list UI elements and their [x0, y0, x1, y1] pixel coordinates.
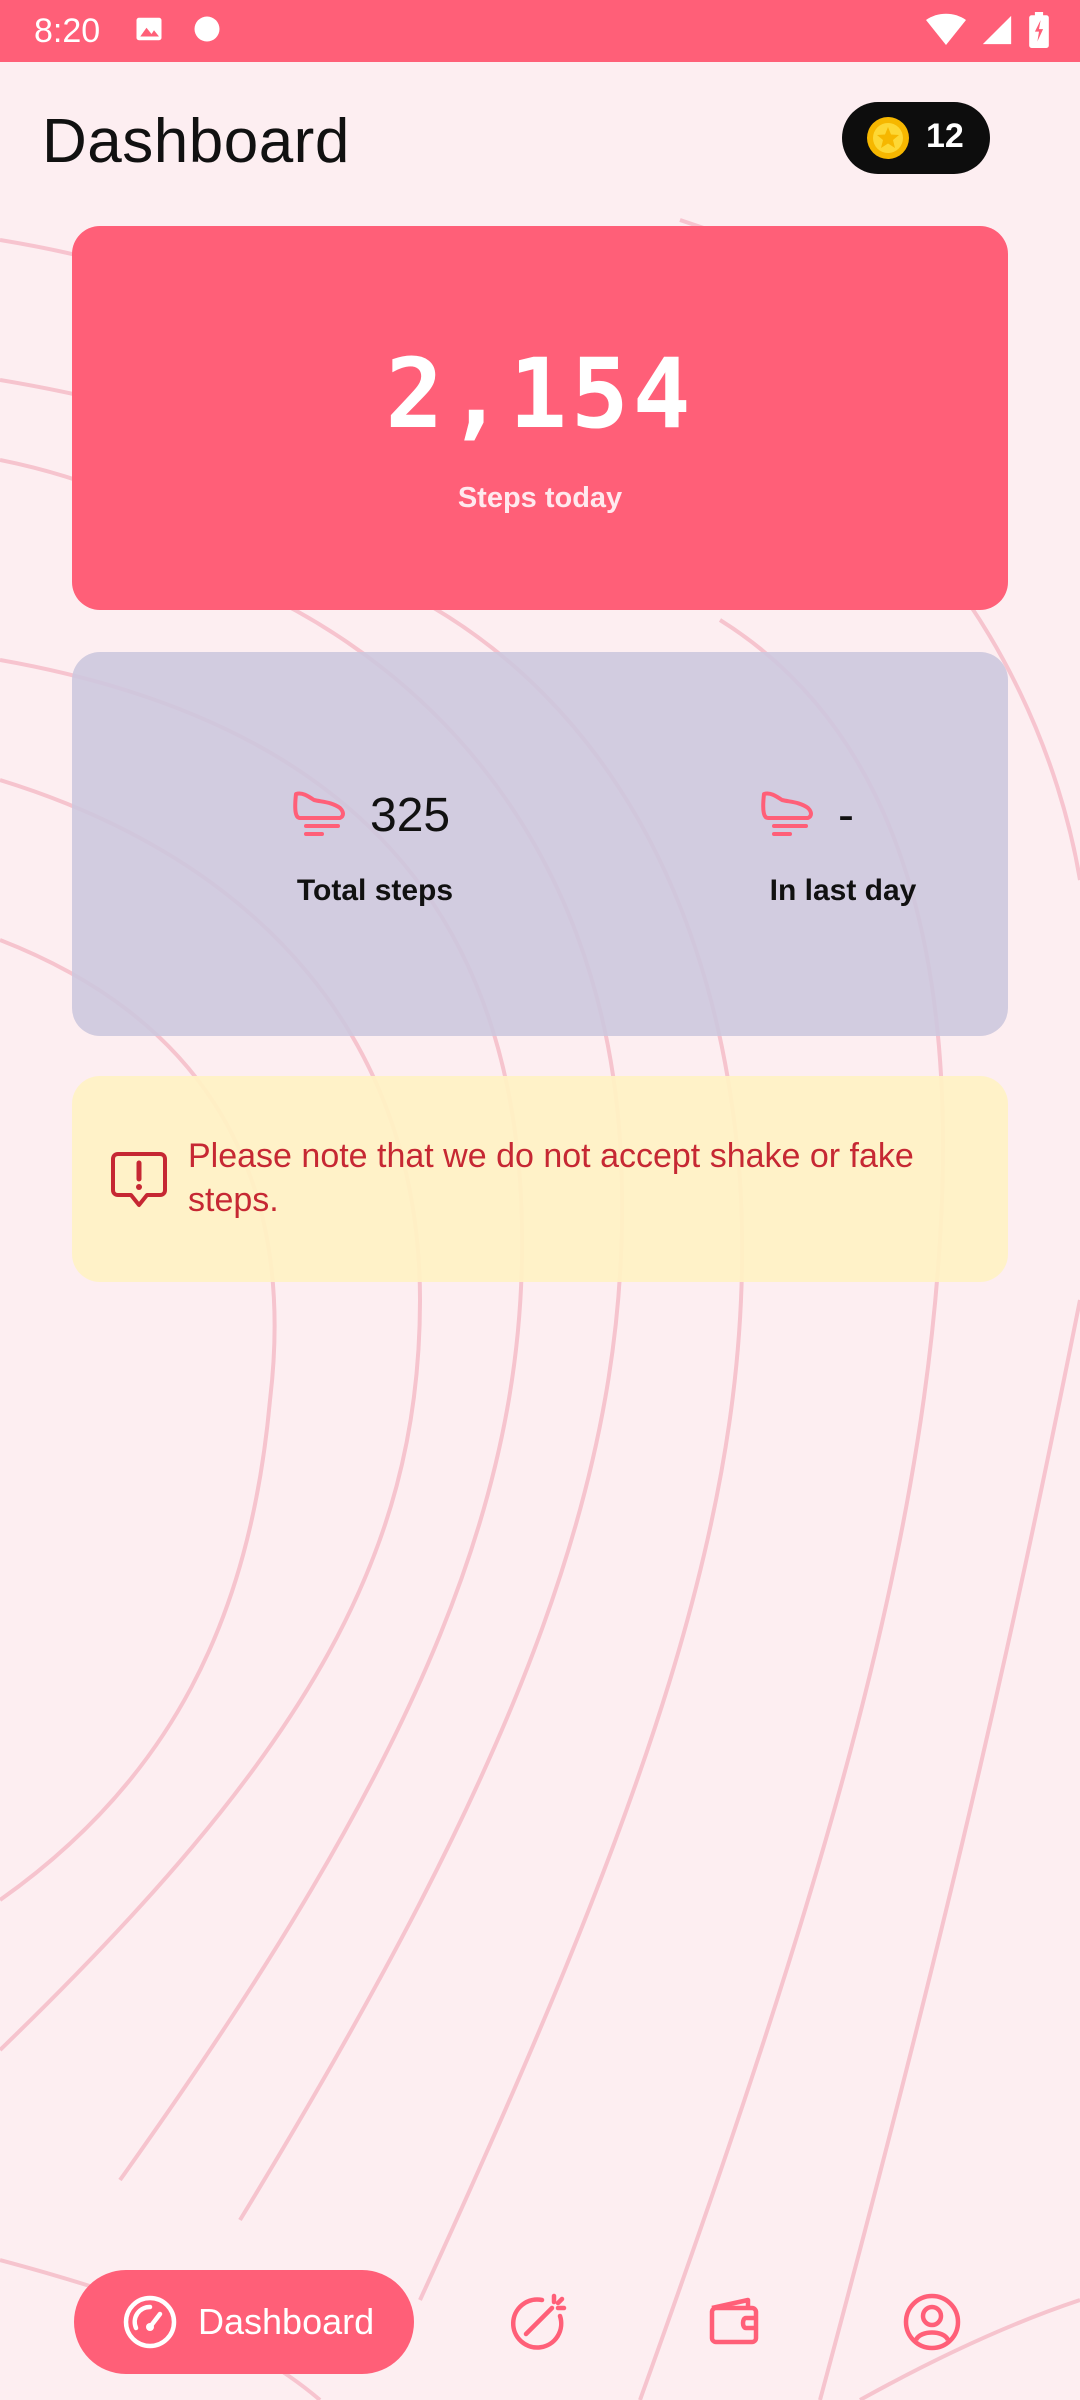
total-steps-label: Total steps [296, 874, 454, 907]
cellular-signal-icon [982, 15, 1012, 45]
notice-text: Please note that we do not accept shake … [188, 1137, 914, 1219]
notice-card: Please note that we do not accept shake … [72, 1076, 1008, 1282]
shoe-icon [761, 791, 813, 836]
last-day-value: - [838, 789, 854, 842]
steps-today-value: 2,154 [385, 338, 695, 450]
alert-message-icon [111, 1152, 167, 1207]
status-notification-icons [134, 14, 222, 44]
image-icon [136, 17, 162, 41]
coin-balance-badge[interactable]: 12 [842, 102, 990, 174]
status-system-icons [926, 12, 1050, 48]
bottom-navigation: Dashboard [0, 2230, 1080, 2400]
app-header: Dashboard 12 [0, 62, 1080, 222]
status-bar: 8:20 [0, 0, 1080, 62]
shoe-icon [293, 791, 345, 836]
profile-icon[interactable] [900, 2290, 964, 2354]
nav-dashboard-button[interactable]: Dashboard [74, 2270, 414, 2374]
coin-count: 12 [926, 117, 964, 155]
total-steps-value: 325 [370, 789, 451, 842]
star-coin-icon [867, 117, 909, 159]
status-time: 8:20 [34, 12, 101, 50]
steps-today-label: Steps today [457, 482, 623, 514]
goal-target-icon[interactable] [508, 2290, 572, 2354]
last-day-row: - [690, 782, 990, 842]
steps-today-card: 2,154 Steps today [72, 226, 1008, 610]
battery-icon [1029, 12, 1049, 48]
page-title: Dashboard [42, 107, 350, 176]
last-day-label: In last day [769, 874, 917, 907]
speedometer-icon [123, 2295, 177, 2349]
wifi-icon [926, 13, 966, 45]
nav-dashboard-label: Dashboard [198, 2301, 375, 2342]
circle-notification-icon [194, 16, 220, 42]
wallet-icon[interactable] [702, 2290, 766, 2354]
step-stats-card: 325 Total steps - In last day [72, 652, 1008, 1036]
total-steps-row: 325 [222, 782, 522, 842]
